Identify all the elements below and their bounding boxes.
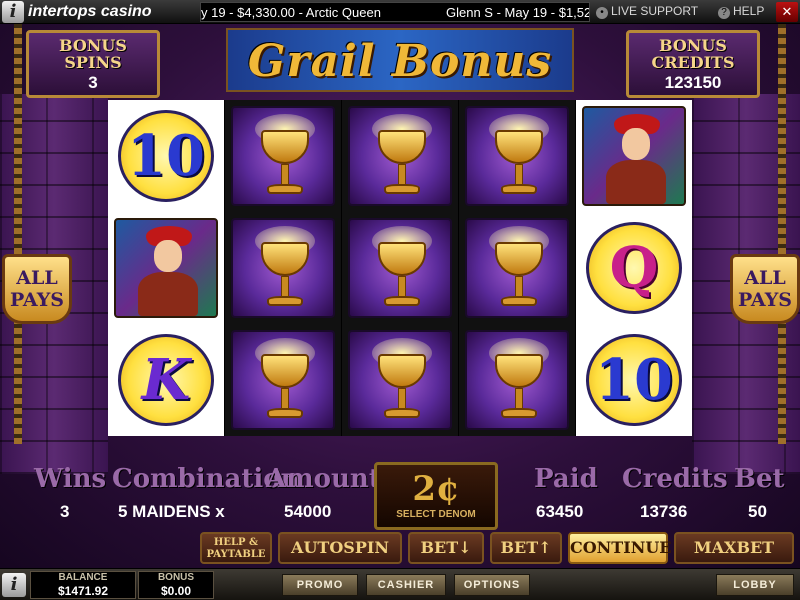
reel-cell: 10 — [576, 324, 692, 436]
casino-logo-icon: i — [2, 573, 26, 597]
title-banner: Grail Bonus — [226, 28, 574, 92]
ticker-item: Glenn S - May 19 - $1,52 — [446, 5, 590, 20]
grail-symbol-icon — [465, 330, 569, 430]
live-support-label: LIVE SUPPORT — [611, 4, 699, 18]
reel-cell: 10 — [108, 100, 224, 212]
paid-value: 63450 — [536, 502, 584, 521]
bonus-label: BONUS — [157, 572, 195, 583]
bonus-credits-label: BONUS CREDITS — [651, 36, 735, 72]
bonus-credits-panel: BONUS CREDITS 123150 — [626, 30, 760, 98]
bottom-bar: i BALANCE $1471.92 BONUS $0.00 PROMO CAS… — [0, 568, 800, 600]
chat-icon: • — [596, 7, 608, 19]
grail-symbol-icon — [348, 218, 452, 318]
reel-cell: Q — [576, 212, 692, 324]
credits-label: Credits — [622, 464, 728, 494]
reel-cell — [342, 212, 458, 324]
maiden-symbol-icon — [114, 218, 218, 318]
balance-label: BALANCE — [58, 572, 108, 583]
grail-symbol-icon — [231, 106, 335, 206]
amount-label: Amount — [266, 464, 381, 494]
bet-label: Bet — [734, 464, 785, 494]
combination-value: 5 MAIDENS x — [118, 502, 225, 521]
denom-value: 2¢ — [412, 469, 460, 509]
credits-value: 13736 — [640, 502, 688, 521]
help-paytable-button[interactable]: HELP & PAYTABLE — [200, 532, 272, 564]
top-bar: i intertops casino y 19 - $4,330.00 - Ar… — [0, 0, 800, 24]
grail-symbol-icon — [465, 218, 569, 318]
close-button[interactable]: ✕ — [776, 2, 798, 22]
help-icon: ? — [718, 7, 730, 19]
bonus-value: $0.00 — [160, 584, 192, 598]
options-button[interactable]: OPTIONS — [454, 574, 530, 596]
reel-cell — [342, 324, 458, 436]
casino-logo-icon: i — [2, 1, 24, 23]
grail-symbol-icon — [348, 330, 452, 430]
reel-cell — [459, 212, 575, 324]
reel-cell — [108, 212, 224, 324]
continue-button[interactable]: CONTINUE — [568, 532, 671, 564]
game-title: Grail Bonus — [247, 36, 553, 87]
grail-symbol-icon — [465, 106, 569, 206]
bonus-display: BONUS $0.00 — [138, 571, 214, 599]
brand-name: intertops casino — [28, 3, 152, 20]
cashier-button[interactable]: CASHIER — [366, 574, 446, 596]
reel-cell — [459, 100, 575, 212]
winner-ticker: y 19 - $4,330.00 - Arctic Queen Glenn S … — [200, 2, 590, 22]
help-label: HELP — [733, 4, 765, 18]
grail-symbol-icon — [231, 330, 335, 430]
wins-label: Wins — [34, 464, 107, 494]
reel-cell: K — [108, 324, 224, 436]
reel-cell — [225, 100, 341, 212]
autospin-button[interactable]: AUTOSPIN — [278, 532, 402, 564]
chain-right — [778, 24, 786, 444]
card-symbol-10-icon: 10 — [586, 334, 682, 426]
reel-cell — [225, 324, 341, 436]
paid-label: Paid — [534, 464, 598, 494]
grail-symbol-icon — [231, 218, 335, 318]
balance-display: BALANCE $1471.92 — [30, 571, 136, 599]
promo-button[interactable]: PROMO — [282, 574, 358, 596]
help-link[interactable]: ? HELP — [718, 4, 764, 19]
reel-grid: 10 K Q 10 — [108, 100, 692, 436]
reel-3 — [342, 100, 458, 436]
game-area: BONUS SPINS 3 Grail Bonus BONUS CREDITS … — [0, 24, 800, 568]
bet-value: 50 — [748, 502, 767, 521]
bonus-spins-value: 3 — [88, 73, 98, 92]
maxbet-button[interactable]: MAXBET — [674, 532, 794, 564]
reel-2 — [225, 100, 341, 436]
card-symbol-q-icon: Q — [586, 222, 682, 314]
bet-up-button[interactable]: BET↑ — [490, 532, 562, 564]
denom-label: SELECT DENOM — [396, 509, 476, 520]
reel-cell — [342, 100, 458, 212]
wins-value: 3 — [60, 502, 70, 521]
reel-cell — [459, 324, 575, 436]
reel-1: 10 K — [108, 100, 224, 436]
all-pays-badge-right: ALL PAYS — [730, 254, 800, 324]
reel-4 — [459, 100, 575, 436]
reel-5: Q 10 — [576, 100, 692, 436]
bonus-spins-label: BONUS SPINS — [59, 36, 127, 72]
grail-symbol-icon — [348, 106, 452, 206]
card-symbol-k-icon: K — [118, 334, 214, 426]
bonus-spins-panel: BONUS SPINS 3 — [26, 30, 160, 98]
reel-cell — [576, 100, 692, 212]
ticker-item: y 19 - $4,330.00 - Arctic Queen — [201, 5, 381, 20]
reel-cell — [225, 212, 341, 324]
select-denom-button[interactable]: 2¢ SELECT DENOM — [374, 462, 498, 530]
lobby-button[interactable]: LOBBY — [716, 574, 794, 596]
all-pays-badge-left: ALL PAYS — [2, 254, 72, 324]
amount-value: 54000 — [284, 502, 332, 521]
balance-value: $1471.92 — [57, 584, 109, 598]
live-support-link[interactable]: • LIVE SUPPORT — [596, 4, 698, 19]
chain-left — [14, 24, 22, 444]
card-symbol-10-icon: 10 — [118, 110, 214, 202]
maiden-symbol-icon — [582, 106, 686, 206]
bet-down-button[interactable]: BET↓ — [408, 532, 484, 564]
bonus-credits-value: 123150 — [664, 73, 722, 92]
